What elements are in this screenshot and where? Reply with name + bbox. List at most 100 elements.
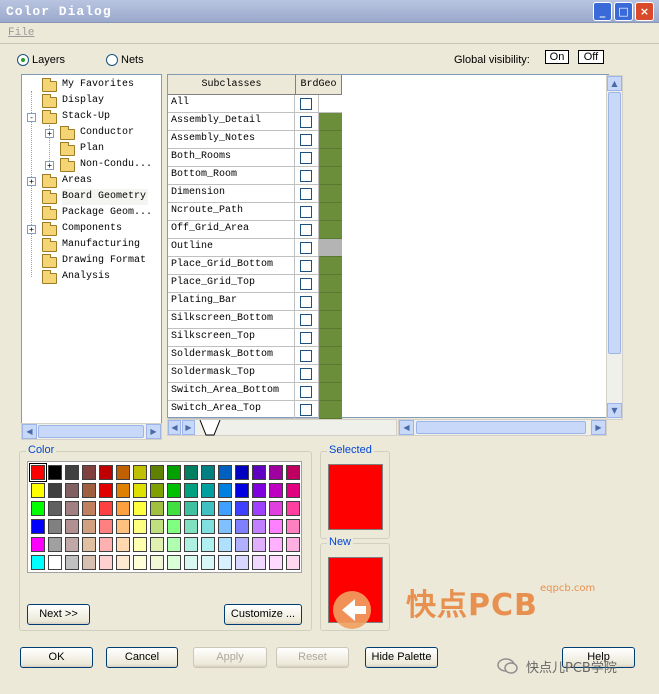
palette-color-cell[interactable] — [252, 555, 266, 570]
palette-color-cell[interactable] — [235, 465, 249, 480]
palette-color-cell[interactable] — [82, 501, 96, 516]
palette-color-cell[interactable] — [31, 483, 45, 498]
color-swatch-cell[interactable] — [319, 275, 342, 293]
color-swatch-cell[interactable] — [319, 95, 342, 113]
color-swatch-cell[interactable] — [319, 239, 342, 257]
color-swatch-cell[interactable] — [319, 383, 342, 401]
hide-palette-button[interactable]: Hide Palette — [365, 647, 438, 668]
palette-color-cell[interactable] — [133, 465, 147, 480]
customize-button[interactable]: Customize ... — [224, 604, 302, 625]
visibility-checkbox[interactable] — [300, 368, 312, 380]
palette-color-cell[interactable] — [150, 555, 164, 570]
class-tree[interactable]: My Favorites Display - Stack-Up + Conductor Pl… — [21, 74, 162, 425]
palette-color-cell[interactable] — [218, 501, 232, 516]
scroll-thumb[interactable] — [608, 92, 621, 354]
palette-color-cell[interactable] — [218, 483, 232, 498]
palette-color-cell[interactable] — [201, 501, 215, 516]
palette-color-cell[interactable] — [82, 537, 96, 552]
ok-button[interactable]: OK — [20, 647, 93, 668]
color-swatch-cell[interactable] — [319, 365, 342, 383]
palette-color-cell[interactable] — [269, 465, 283, 480]
maximize-button[interactable]: □ — [614, 2, 633, 21]
tree-item-label[interactable]: Board Geometry — [62, 189, 149, 205]
color-swatch-cell[interactable] — [319, 131, 342, 149]
sheet-tab[interactable] — [198, 420, 228, 436]
visibility-checkbox[interactable] — [300, 206, 312, 218]
palette-color-cell[interactable] — [218, 519, 232, 534]
expand-icon[interactable]: + — [45, 161, 54, 170]
palette-color-cell[interactable] — [201, 519, 215, 534]
palette-color-cell[interactable] — [269, 537, 283, 552]
palette-color-cell[interactable] — [99, 537, 113, 552]
palette-color-cell[interactable] — [65, 483, 79, 498]
column-header-subclasses[interactable]: Subclasses — [168, 75, 296, 95]
visibility-checkbox[interactable] — [300, 386, 312, 398]
palette-color-cell[interactable] — [218, 537, 232, 552]
global-visibility-on-button[interactable]: On — [545, 50, 569, 64]
palette-color-cell[interactable] — [99, 555, 113, 570]
expand-icon[interactable]: + — [45, 129, 54, 138]
scroll-right-arrow-icon[interactable]: ▶ — [591, 420, 606, 435]
grid-vertical-scrollbar[interactable]: ▲ ▼ — [606, 75, 623, 420]
palette-color-cell[interactable] — [48, 537, 62, 552]
visibility-checkbox[interactable] — [300, 98, 312, 110]
column-header-brdgeo[interactable]: BrdGeo — [296, 75, 342, 95]
palette-color-cell[interactable] — [235, 555, 249, 570]
global-visibility-off-button[interactable]: Off — [578, 50, 604, 64]
scroll-thumb[interactable] — [38, 425, 144, 438]
palette-color-cell[interactable] — [99, 519, 113, 534]
palette-color-cell[interactable] — [65, 537, 79, 552]
palette-color-cell[interactable] — [235, 537, 249, 552]
expand-icon[interactable]: + — [27, 225, 36, 234]
expand-icon[interactable]: + — [27, 177, 36, 186]
palette-color-cell[interactable] — [286, 483, 300, 498]
palette-color-cell[interactable] — [150, 519, 164, 534]
palette-color-cell[interactable] — [252, 501, 266, 516]
palette-color-cell[interactable] — [116, 501, 130, 516]
color-swatch-cell[interactable] — [319, 347, 342, 365]
scroll-right-arrow-icon[interactable]: ▶ — [146, 424, 161, 439]
reset-button[interactable]: Reset — [276, 647, 349, 668]
palette-color-cell[interactable] — [133, 519, 147, 534]
palette-color-cell[interactable] — [252, 537, 266, 552]
palette-color-cell[interactable] — [48, 501, 62, 516]
color-swatch-cell[interactable] — [319, 167, 342, 185]
color-swatch-cell[interactable] — [319, 221, 342, 239]
palette-color-cell[interactable] — [150, 501, 164, 516]
palette-color-cell[interactable] — [184, 465, 198, 480]
visibility-checkbox[interactable] — [300, 224, 312, 236]
palette-color-cell[interactable] — [286, 537, 300, 552]
menu-file[interactable]: File — [8, 27, 34, 39]
palette-color-cell[interactable] — [286, 465, 300, 480]
palette-color-cell[interactable] — [252, 519, 266, 534]
palette-color-cell[interactable] — [167, 501, 181, 516]
visibility-checkbox[interactable] — [300, 350, 312, 362]
tree-item-label[interactable]: Areas — [62, 173, 92, 189]
palette-color-cell[interactable] — [116, 483, 130, 498]
tree-item-label[interactable]: Components — [62, 221, 122, 237]
tab-right-arrow-icon[interactable]: ▶ — [182, 420, 195, 435]
grid-horizontal-scrollbar[interactable]: ◀ ▶ — [398, 419, 607, 436]
palette-color-cell[interactable] — [184, 555, 198, 570]
visibility-checkbox[interactable] — [300, 260, 312, 272]
palette-color-cell[interactable] — [286, 519, 300, 534]
tree-item-label[interactable]: Drawing Format — [62, 253, 146, 269]
tree-item-label[interactable]: Conductor — [80, 125, 134, 141]
palette-color-cell[interactable] — [99, 465, 113, 480]
palette-color-cell[interactable] — [133, 555, 147, 570]
palette-color-cell[interactable] — [150, 537, 164, 552]
color-swatch-cell[interactable] — [319, 113, 342, 131]
palette-color-cell[interactable] — [184, 537, 198, 552]
palette-color-cell[interactable] — [116, 537, 130, 552]
palette-color-cell[interactable] — [99, 501, 113, 516]
next-button[interactable]: Next >> — [27, 604, 90, 625]
close-button[interactable]: × — [635, 2, 654, 21]
visibility-checkbox[interactable] — [300, 116, 312, 128]
visibility-checkbox[interactable] — [300, 188, 312, 200]
apply-button[interactable]: Apply — [193, 647, 267, 668]
palette-color-cell[interactable] — [201, 483, 215, 498]
palette-color-cell[interactable] — [218, 465, 232, 480]
palette-color-cell[interactable] — [184, 483, 198, 498]
visibility-checkbox[interactable] — [300, 404, 312, 416]
color-swatch-cell[interactable] — [319, 203, 342, 221]
